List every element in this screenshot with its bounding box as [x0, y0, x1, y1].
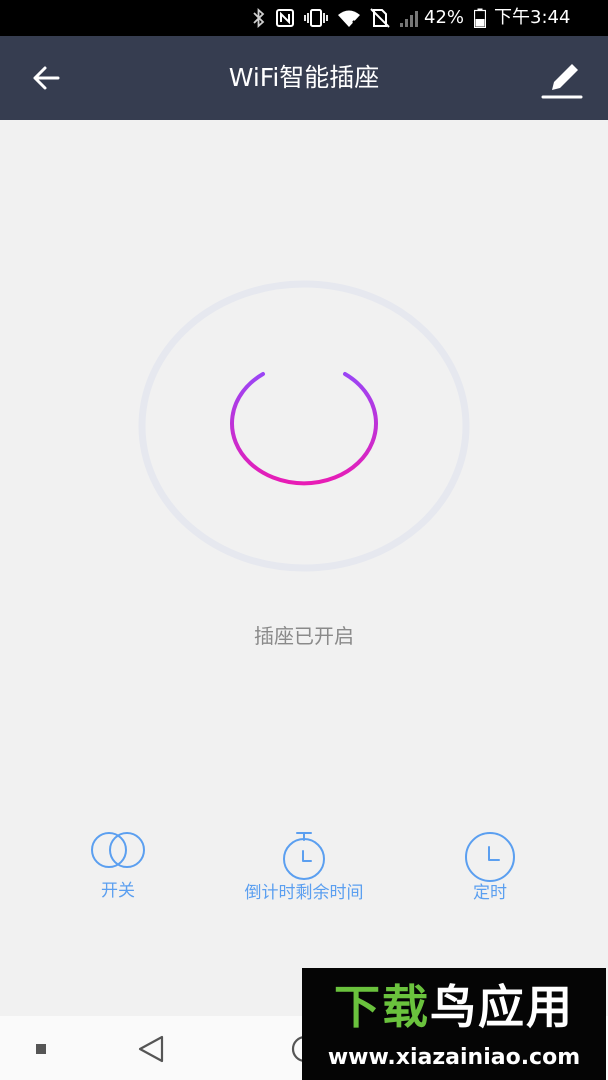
arrow-left-icon — [33, 66, 60, 90]
switch-action[interactable]: 开关 — [60, 830, 176, 902]
recents-icon[interactable] — [34, 1042, 48, 1056]
watermark-brand: 下载鸟应用 — [334, 980, 574, 1034]
countdown-action[interactable]: 倒计时剩余时间 — [226, 830, 382, 904]
stopwatch-icon — [283, 832, 325, 880]
nfc-icon — [276, 9, 294, 27]
timer-action[interactable]: 定时 — [440, 830, 540, 904]
countdown-label: 倒计时剩余时间 — [244, 883, 364, 903]
toggle-circles-icon — [91, 832, 145, 868]
wifi-icon — [338, 10, 360, 28]
vibrate-icon — [304, 9, 328, 27]
watermark-url: www.xiazainiao.com — [327, 1045, 581, 1070]
edit-button[interactable] — [540, 60, 584, 100]
timer-label: 定时 — [473, 883, 507, 903]
status-icons — [252, 6, 421, 30]
clock-icon — [465, 832, 515, 882]
clock-time: 下午3:44 — [494, 7, 571, 28]
app-bar: WiFi智能插座 — [0, 36, 608, 120]
bluetooth-icon — [253, 8, 265, 28]
page-title: WiFi智能插座 — [228, 63, 380, 92]
battery-icon — [474, 8, 486, 28]
signal-icon — [400, 11, 418, 27]
watermark-logo: 下载鸟应用 www.xiazainiao.com — [302, 968, 606, 1080]
no-sim-icon — [370, 8, 390, 28]
pencil-icon — [541, 64, 583, 99]
back-triangle-icon[interactable] — [136, 1034, 168, 1064]
status-bar: 42% 下午3:44 — [0, 0, 608, 36]
back-button[interactable] — [28, 60, 64, 96]
power-icon — [230, 359, 378, 486]
socket-status-text: 插座已开启 — [254, 624, 354, 648]
power-button[interactable] — [226, 358, 382, 496]
battery-percentage: 42% — [424, 7, 465, 28]
switch-label: 开关 — [101, 881, 135, 901]
